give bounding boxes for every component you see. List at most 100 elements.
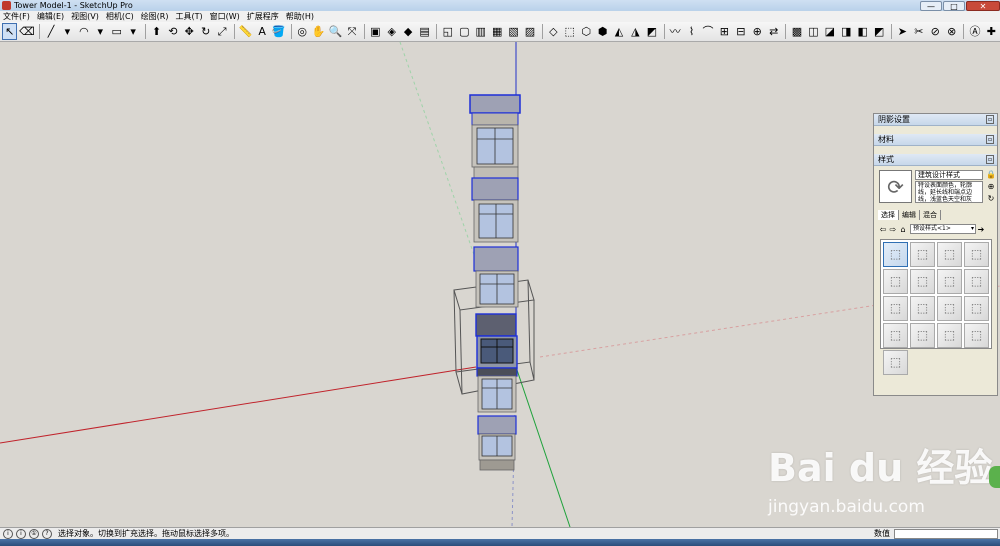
back-arrow-icon[interactable]: ⇦ <box>878 225 888 234</box>
tape-measure-icon[interactable]: 📏 <box>238 23 254 40</box>
solid-outer-shell-icon[interactable]: ▩ <box>789 23 804 40</box>
solid-trim-icon[interactable]: ◧ <box>855 23 870 40</box>
style-thumbnail[interactable]: ⬚ <box>937 296 962 321</box>
instructor-icon[interactable]: ? <box>42 528 52 539</box>
view-front-icon[interactable]: ▥ <box>473 23 488 40</box>
style-thumbnail[interactable]: ⬚ <box>910 269 935 294</box>
collection-select[interactable]: 预设样式<1> ▾ <box>910 224 976 234</box>
geo-location-icon[interactable]: i <box>3 528 13 539</box>
section-cuts-icon[interactable]: ⊗ <box>944 23 959 40</box>
style-thumbnail[interactable]: ⬚ <box>883 269 908 294</box>
zoom-extents-icon[interactable]: ⤧ <box>344 23 359 40</box>
eraser-icon[interactable]: ⌫ <box>18 23 35 40</box>
tab-edit[interactable]: 编辑 <box>899 210 920 220</box>
ruby-icon[interactable]: ◆ <box>400 23 415 40</box>
menu-item-6[interactable]: 窗口(W) <box>210 11 240 22</box>
wireframe-icon[interactable]: ⬡ <box>578 23 593 40</box>
view-right-icon[interactable]: ▦ <box>489 23 504 40</box>
flip-edge-icon[interactable]: ⇄ <box>766 23 781 40</box>
panel-header-styles[interactable]: 样式 ▫ <box>874 154 997 166</box>
warehouse-icon[interactable]: ▣ <box>368 23 383 40</box>
style-thumbnail[interactable]: ⬚ <box>964 323 989 348</box>
back-edges-icon[interactable]: ⬚ <box>562 23 577 40</box>
zoom-icon[interactable]: 🔍 <box>328 23 344 40</box>
pan-icon[interactable]: ✋ <box>311 23 327 40</box>
minimize-button[interactable]: — <box>920 0 942 11</box>
menu-item-3[interactable]: 相机(C) <box>106 11 134 22</box>
style-thumbnail[interactable]: ⬚ <box>883 296 908 321</box>
sandbox-contours-icon[interactable]: 〰 <box>667 23 682 40</box>
view-back-icon[interactable]: ▧ <box>506 23 521 40</box>
shaded-icon[interactable]: ◭ <box>611 23 626 40</box>
style-description-field[interactable]: 特设表面颜色，轮廓线，延长线和端点边线，浅蓝色天空和灰 <box>915 181 983 203</box>
menu-item-1[interactable]: 编辑(E) <box>37 11 64 22</box>
extension-warehouse-icon[interactable]: ◈ <box>384 23 399 40</box>
sandbox-scratch-icon[interactable]: ⌇ <box>684 23 699 40</box>
style-thumbnail[interactable]: ⬚ <box>910 242 935 267</box>
pin-icon[interactable]: ▫ <box>986 115 994 124</box>
panel-header-shadow[interactable]: 阴影设置 ▫ <box>874 114 997 126</box>
3d-text-icon[interactable]: Ⓐ <box>967 23 982 40</box>
solid-subtract-icon[interactable]: ◨ <box>839 23 854 40</box>
create-style-icon[interactable]: ⊕ <box>986 182 996 194</box>
model-canvas[interactable] <box>0 42 1000 527</box>
paint-bucket-icon[interactable]: 🪣 <box>271 23 287 40</box>
view-iso-icon[interactable]: ◱ <box>440 23 455 40</box>
axes-icon[interactable]: ✚ <box>984 23 999 40</box>
details-arrow-icon[interactable]: ➔ <box>976 225 986 234</box>
hidden-line-icon[interactable]: ⬢ <box>595 23 610 40</box>
xray-icon[interactable]: ◇ <box>546 23 561 40</box>
arc-icon[interactable]: ◠ <box>76 23 91 40</box>
style-thumbnail[interactable]: ⬚ <box>883 242 908 267</box>
add-detail-icon[interactable]: ⊕ <box>750 23 765 40</box>
menu-item-5[interactable]: 工具(T) <box>176 11 203 22</box>
rotate-icon[interactable]: ↻ <box>198 23 213 40</box>
rectangle-dropdown-icon[interactable]: ▾ <box>125 23 140 40</box>
push-pull-icon[interactable]: ⬆ <box>149 23 164 40</box>
style-thumbnail[interactable]: ⬚ <box>883 323 908 348</box>
pin-icon[interactable]: ▫ <box>986 155 994 164</box>
floating-green-button[interactable] <box>989 466 1000 488</box>
shaded-textures-icon[interactable]: ◮ <box>628 23 643 40</box>
stamp-icon[interactable]: ⊞ <box>717 23 732 40</box>
view-left-icon[interactable]: ▨ <box>522 23 537 40</box>
style-thumbnail[interactable]: ⬚ <box>883 350 908 375</box>
style-thumbnail[interactable]: ⬚ <box>964 269 989 294</box>
arc-dropdown-icon[interactable]: ▾ <box>93 23 108 40</box>
section-plane-icon[interactable]: ✂ <box>911 23 926 40</box>
signin-icon[interactable]: ① <box>29 528 39 539</box>
view-top-icon[interactable]: ▢ <box>457 23 472 40</box>
credits-icon[interactable]: i <box>16 528 26 539</box>
tab-select[interactable]: 选择 <box>878 210 899 220</box>
menu-item-2[interactable]: 视图(V) <box>71 11 99 22</box>
display-section-icon[interactable]: ⊘ <box>928 23 943 40</box>
line-icon[interactable]: ╱ <box>43 23 58 40</box>
move-icon[interactable]: ✥ <box>182 23 197 40</box>
update-style-icon[interactable]: ↻ <box>986 194 996 206</box>
menu-item-7[interactable]: 扩展程序 <box>247 11 279 22</box>
text-icon[interactable]: A <box>254 23 269 40</box>
rectangle-icon[interactable]: ▭ <box>109 23 124 40</box>
offset-icon[interactable]: ⟲ <box>165 23 180 40</box>
solid-union-icon[interactable]: ◪ <box>822 23 837 40</box>
layout-icon[interactable]: ▤ <box>417 23 432 40</box>
style-preview-thumbnail[interactable]: ⟳ <box>879 170 912 203</box>
style-thumbnail[interactable]: ⬚ <box>937 323 962 348</box>
scale-icon[interactable]: ⤢ <box>214 23 229 40</box>
close-button[interactable]: ✕ <box>966 0 1000 11</box>
solid-split-icon[interactable]: ◩ <box>871 23 886 40</box>
style-name-field[interactable]: 建筑设计样式 <box>915 170 983 180</box>
menu-item-4[interactable]: 绘图(R) <box>141 11 169 22</box>
menu-item-8[interactable]: 帮助(H) <box>286 11 314 22</box>
orbit-icon[interactable]: ◎ <box>294 23 309 40</box>
smoove-icon[interactable]: ⌒ <box>700 23 715 40</box>
pin-icon[interactable]: ▫ <box>986 135 994 144</box>
home-icon[interactable]: ⌂ <box>898 225 908 234</box>
follow-me-icon[interactable]: ➤ <box>895 23 910 40</box>
style-thumbnail[interactable]: ⬚ <box>910 296 935 321</box>
forward-arrow-icon[interactable]: ⇨ <box>888 225 898 234</box>
panel-header-materials[interactable]: 材料 ▫ <box>874 134 997 146</box>
style-thumbnail[interactable]: ⬚ <box>937 269 962 294</box>
style-thumbnail[interactable]: ⬚ <box>937 242 962 267</box>
style-thumbnail[interactable]: ⬚ <box>964 242 989 267</box>
